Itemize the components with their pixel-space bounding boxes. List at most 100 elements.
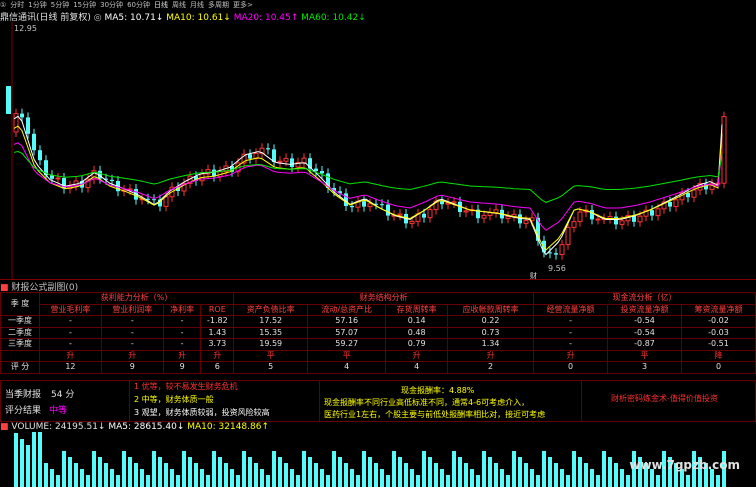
current-score: 54 分 bbox=[51, 390, 75, 400]
table-cell: - bbox=[39, 315, 102, 328]
note-2: 2 中等，财务体质一般 bbox=[134, 395, 214, 404]
trend-cell: 升 bbox=[533, 349, 609, 362]
low-price-label: 9.56 bbox=[548, 264, 566, 273]
cash-reward-line-1: 现金报酬率不同行业高低标准不同，通常4-6可考虑介入， bbox=[324, 398, 530, 407]
vol-ma5-value: MA5: 28615.40 bbox=[108, 422, 177, 432]
financial-table: 季 度 获利能力分析（%） 财务结构分析 现金流分析（亿） 营业毛利率 营业利润率… bbox=[0, 292, 756, 380]
score-cell: 12 bbox=[39, 361, 102, 374]
period-tab-5[interactable]: 30分钟 bbox=[100, 1, 123, 9]
table-cell: - bbox=[533, 315, 609, 328]
financial-report-marker[interactable]: 财 bbox=[530, 271, 537, 279]
table-cell: -0.02 bbox=[681, 315, 756, 328]
season-label: 二季度 bbox=[0, 326, 40, 339]
season-header: 季 度 bbox=[0, 292, 40, 316]
table-cell: - bbox=[533, 338, 609, 351]
note-1: 1 优等，较不易发生财务危机 bbox=[134, 382, 238, 391]
candlestick-chart[interactable]: 12.95 9.56 财 bbox=[0, 22, 756, 279]
slogan-text: 财析密码炼金术-值得价值投资 bbox=[611, 394, 718, 403]
volume-value: VOLUME: 24195.51 bbox=[11, 422, 98, 432]
vol-ma10-value: MA10: 32148.86 bbox=[187, 422, 262, 432]
trend-cell: 升 bbox=[162, 349, 202, 362]
table-cell: - bbox=[162, 338, 202, 351]
table-cell: 0.73 bbox=[447, 326, 535, 339]
cash-reward-line-2: 医药行业1左右，个股主要与前低处报酬率相比对，接近可考虑 bbox=[324, 410, 546, 419]
table-cell: 1.34 bbox=[447, 338, 535, 351]
period-tab-2[interactable]: 1分钟 bbox=[28, 1, 46, 9]
period-tab-7[interactable]: 日线 bbox=[154, 1, 168, 9]
trend-cell: 平 bbox=[607, 349, 682, 362]
period-tab-6[interactable]: 60分钟 bbox=[127, 1, 150, 9]
table-cell: - bbox=[39, 326, 102, 339]
period-toolbar: ① 分时 1分钟 5分钟 15分钟 30分钟 60分钟 日线 周线 月线 多周期 更多> bbox=[0, 0, 756, 10]
column-header: 资产负债比率 bbox=[233, 303, 309, 316]
table-cell: -0.54 bbox=[607, 315, 682, 328]
score-cell: 2 bbox=[447, 361, 535, 374]
column-header: 营业利润率 bbox=[100, 303, 164, 316]
column-header: 存货周转率 bbox=[385, 303, 449, 316]
period-tab-8[interactable]: 周线 bbox=[172, 1, 186, 9]
table-cell: - bbox=[162, 326, 202, 339]
column-header: 投资流量净额 bbox=[607, 303, 682, 316]
column-header: ROE bbox=[200, 303, 235, 316]
site-watermark: www.7gpzb.com bbox=[629, 458, 740, 472]
trend-cell: 平 bbox=[233, 349, 309, 362]
trend-cell: 升 bbox=[447, 349, 535, 362]
season-label: 三季度 bbox=[0, 338, 40, 351]
trend-cell: 降 bbox=[681, 349, 756, 362]
table-cell: - bbox=[100, 338, 164, 351]
table-cell: -0.87 bbox=[607, 338, 682, 351]
group-profitability: 获利能力分析（%） bbox=[38, 292, 235, 305]
period-tab-9[interactable]: 月线 bbox=[190, 1, 204, 9]
column-header: 经营流量净额 bbox=[533, 303, 609, 316]
table-cell: 57.16 bbox=[307, 315, 387, 328]
table-cell: -0.03 bbox=[681, 326, 756, 339]
table-cell: 0.14 bbox=[385, 315, 449, 328]
evaluation-area: 当季财报 54 分 评分结果 中等 1 优等，较不易发生财务危机 2 中等，财务… bbox=[0, 380, 756, 422]
trend-cell: 平 bbox=[307, 349, 387, 362]
column-header: 筹资流量净额 bbox=[681, 303, 756, 316]
group-cashflow: 现金流分析（亿） bbox=[533, 292, 756, 305]
period-tab-10[interactable]: 多周期 bbox=[208, 1, 229, 9]
note-3: 3 观望，财务体质较弱，投资风险较高 bbox=[134, 408, 270, 417]
score-cell: 9 bbox=[162, 361, 202, 374]
period-tab-3[interactable]: 5分钟 bbox=[51, 1, 69, 9]
period-tab-4[interactable]: 15分钟 bbox=[73, 1, 96, 9]
table-cell: - bbox=[162, 315, 202, 328]
score-cell: 9 bbox=[100, 361, 164, 374]
score-cell: 5 bbox=[233, 361, 309, 374]
period-tab-11[interactable]: 更多> bbox=[233, 1, 253, 9]
table-cell: - bbox=[39, 338, 102, 351]
trend-cell: 升 bbox=[200, 349, 235, 362]
table-cell: 17.52 bbox=[233, 315, 309, 328]
empty-cell bbox=[0, 349, 40, 362]
table-cell: - bbox=[100, 326, 164, 339]
close-icon[interactable]: ■ bbox=[0, 422, 9, 432]
high-price-label: 12.95 bbox=[14, 24, 37, 33]
trend-cell: 升 bbox=[100, 349, 164, 362]
period-tab-0[interactable]: ① bbox=[0, 1, 6, 9]
table-cell: 15.35 bbox=[233, 326, 309, 339]
column-header: 营业毛利率 bbox=[39, 303, 102, 316]
column-header: 流动/总资产比 bbox=[307, 303, 387, 316]
score-cell: 0 bbox=[681, 361, 756, 374]
result-label: 评分结果 bbox=[5, 406, 42, 416]
table-cell: 1.43 bbox=[200, 326, 235, 339]
column-header: 净利率 bbox=[162, 303, 202, 316]
table-cell: -1.82 bbox=[200, 315, 235, 328]
score-cell: 6 bbox=[200, 361, 235, 374]
table-cell: 0.22 bbox=[447, 315, 535, 328]
season-label: 一季度 bbox=[0, 315, 40, 328]
ma-legend: 鼎信通讯(日线 前复权) ◎ MA5: 10.71↓ MA10: 10.61↓ … bbox=[0, 13, 366, 23]
table-cell: -0.54 bbox=[607, 326, 682, 339]
score-cell: 0 bbox=[533, 361, 609, 374]
period-tab-1[interactable]: 分时 bbox=[10, 1, 24, 9]
score-cell: 4 bbox=[385, 361, 449, 374]
trend-cell: 升 bbox=[385, 349, 449, 362]
result-value: 中等 bbox=[49, 406, 68, 416]
score-cell: 4 bbox=[307, 361, 387, 374]
table-cell: 19.59 bbox=[233, 338, 309, 351]
table-cell: 59.27 bbox=[307, 338, 387, 351]
group-structure: 财务结构分析 bbox=[233, 292, 535, 305]
table-cell: 0.48 bbox=[385, 326, 449, 339]
trend-cell: 升 bbox=[39, 349, 102, 362]
